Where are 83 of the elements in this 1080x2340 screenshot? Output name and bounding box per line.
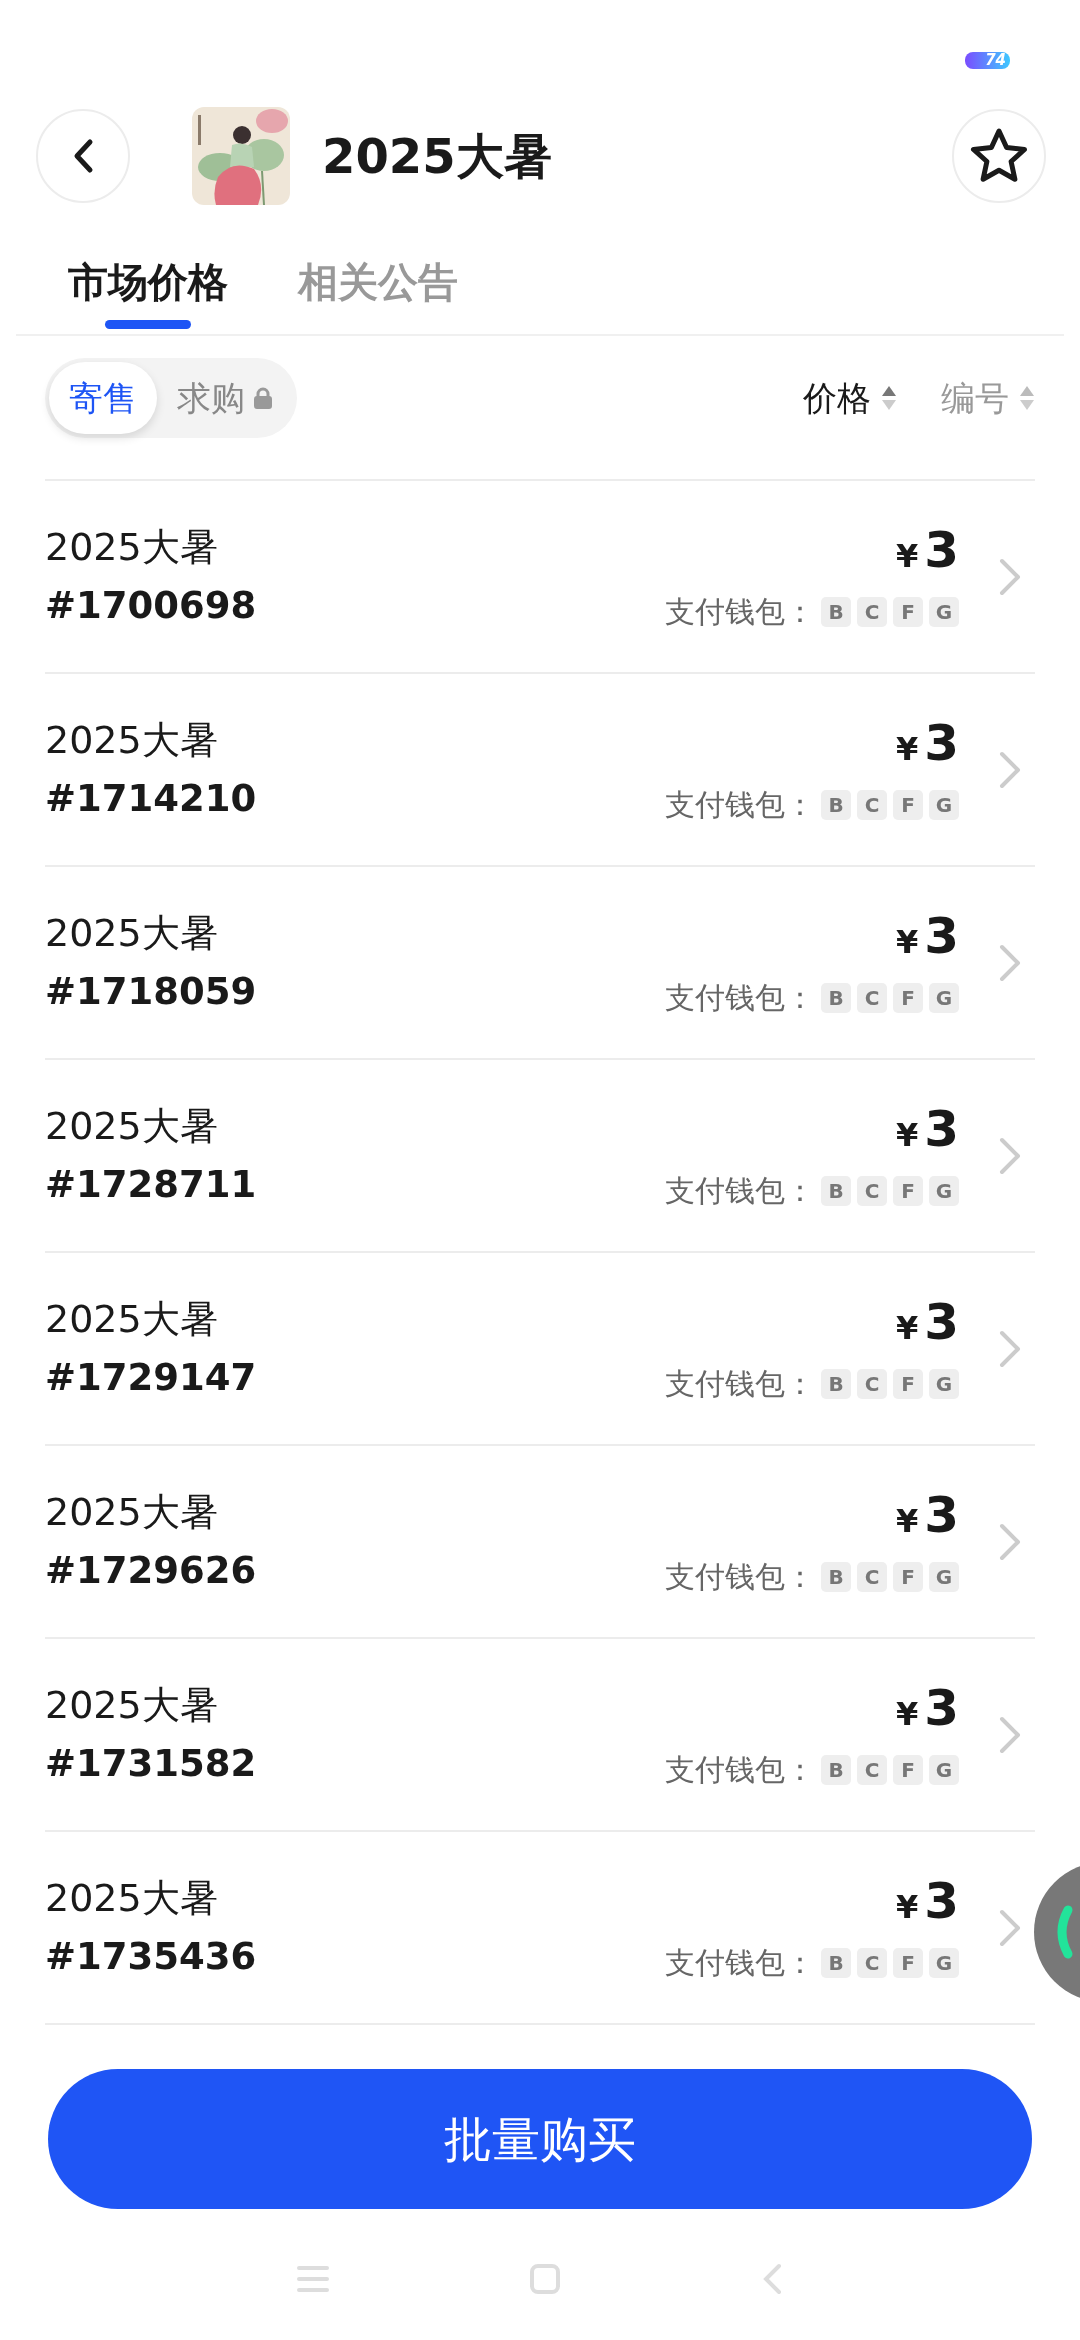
item-name: 2025大暑 <box>45 717 219 764</box>
wallet-label: 支付钱包： <box>665 1750 815 1789</box>
item-number: #1729147 <box>45 1355 257 1401</box>
wallet-tag: G <box>929 1754 959 1785</box>
wallet-tag: B <box>821 1561 851 1592</box>
wallet-tag: F <box>893 1175 923 1206</box>
wallet-label: 支付钱包： <box>665 1171 815 1210</box>
item-number: #1728711 <box>45 1162 257 1208</box>
wallet-tag: F <box>893 1947 923 1978</box>
wallet-tag: C <box>857 1947 887 1978</box>
wallet-label: 支付钱包： <box>665 592 815 631</box>
item-number: #1735436 <box>45 1934 257 1980</box>
wallet-tag: C <box>857 1175 887 1206</box>
lock-icon <box>253 387 273 409</box>
item-price: ¥3 <box>895 1100 959 1160</box>
chevron-right-icon <box>999 1136 1021 1175</box>
wallet-tag: G <box>929 1947 959 1978</box>
wallet-tag: B <box>821 1368 851 1399</box>
chevron-right-icon <box>999 557 1021 596</box>
wallet-tag: G <box>929 1368 959 1399</box>
chevron-right-icon <box>999 750 1021 789</box>
item-number: #1718059 <box>45 969 257 1015</box>
wallet-tag: F <box>893 596 923 627</box>
wallet-tag: C <box>857 1754 887 1785</box>
page-title: 2025大暑 <box>322 132 552 180</box>
item-number: #1700698 <box>45 583 257 629</box>
wallet-tag: C <box>857 982 887 1013</box>
sort-arrows-icon <box>881 385 897 411</box>
sort-arrows-icon <box>1019 385 1035 411</box>
wallet-tag: F <box>893 1368 923 1399</box>
wallet-tag: F <box>893 789 923 820</box>
item-number: #1714210 <box>45 776 257 822</box>
wallet-label: 支付钱包： <box>665 978 815 1017</box>
chevron-right-icon <box>999 1329 1021 1368</box>
chevron-right-icon <box>999 943 1021 982</box>
item-number: #1731582 <box>45 1741 257 1787</box>
star-icon <box>969 127 1029 185</box>
item-name: 2025大暑 <box>45 1103 219 1150</box>
wallet-tag: C <box>857 789 887 820</box>
sort-button[interactable]: 价格 <box>803 372 897 424</box>
wallet-tag: F <box>893 1754 923 1785</box>
item-name: 2025大暑 <box>45 1875 219 1922</box>
wallet-label: 支付钱包： <box>665 1943 815 1982</box>
item-price: ¥3 <box>895 521 959 581</box>
wallet-tag: C <box>857 1561 887 1592</box>
item-name: 2025大暑 <box>45 524 219 571</box>
wallet-tag: B <box>821 789 851 820</box>
wallet-tag: G <box>929 1561 959 1592</box>
item-price: ¥3 <box>895 1872 959 1932</box>
wallet-tag: B <box>821 1754 851 1785</box>
segment-button[interactable]: 求购 <box>157 362 293 434</box>
wallet-tag: F <box>893 1561 923 1592</box>
wallet-tag: C <box>857 1368 887 1399</box>
wallet-tag: B <box>821 1175 851 1206</box>
wallet-tag: C <box>857 596 887 627</box>
battery-level: 74 <box>965 52 1010 69</box>
wallet-tag: B <box>821 596 851 627</box>
wallet-tag: B <box>821 1947 851 1978</box>
wallet-tag: B <box>821 982 851 1013</box>
chevron-right-icon <box>999 1715 1021 1754</box>
segment-button[interactable]: 寄售 <box>49 362 157 434</box>
bulk-buy-button[interactable]: 批量购买 <box>48 2069 1032 2209</box>
item-price: ¥3 <box>895 714 959 774</box>
wallet-label: 支付钱包： <box>665 1364 815 1403</box>
item-name: 2025大暑 <box>45 1296 219 1343</box>
wallet-tag: G <box>929 789 959 820</box>
item-number: #1729626 <box>45 1548 257 1594</box>
item-name: 2025大暑 <box>45 1682 219 1729</box>
wallet-label: 支付钱包： <box>665 785 815 824</box>
wallet-tag: F <box>893 982 923 1013</box>
item-price: ¥3 <box>895 907 959 967</box>
item-price: ¥3 <box>895 1293 959 1353</box>
wallet-tag: G <box>929 596 959 627</box>
tab[interactable]: 市场价格 <box>68 212 228 334</box>
wallet-tag: G <box>929 1175 959 1206</box>
item-name: 2025大暑 <box>45 910 219 957</box>
wallet-label: 支付钱包： <box>665 1557 815 1596</box>
wallet-tag: G <box>929 982 959 1013</box>
chevron-right-icon <box>999 1908 1021 1947</box>
item-name: 2025大暑 <box>45 1489 219 1536</box>
chevron-right-icon <box>999 1522 1021 1561</box>
item-price: ¥3 <box>895 1486 959 1546</box>
item-price: ¥3 <box>895 1679 959 1739</box>
